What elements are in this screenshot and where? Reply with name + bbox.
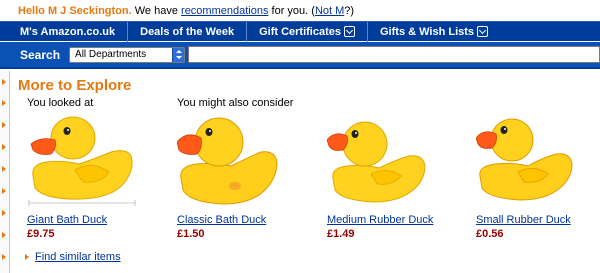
chevron-down-icon[interactable] — [344, 26, 355, 37]
select-arrows-icon — [171, 47, 184, 62]
product-image-giant-bath-duck[interactable] — [27, 112, 143, 208]
search-input[interactable] — [187, 46, 600, 63]
product-title-link[interactable]: Classic Bath Duck — [177, 214, 297, 226]
greeting-name: Hello M J Seckington. — [18, 5, 132, 17]
consider-heading: You might also consider — [177, 97, 294, 109]
chevron-down-icon[interactable] — [477, 26, 489, 37]
arrow-right-icon — [2, 254, 6, 260]
find-similar-link[interactable]: Find similar items — [35, 251, 121, 263]
search-label: Search — [20, 47, 61, 62]
product-card: Classic Bath Duck £1.50 — [176, 112, 297, 240]
nav-item-label: Gifts & Wish Lists — [380, 25, 475, 38]
greeting-bar: Hello M J Seckington. We have recommenda… — [0, 0, 600, 21]
product-card: Giant Bath Duck £9.75 — [27, 112, 147, 240]
rubber-duck-image — [475, 118, 573, 201]
left-column-strip — [0, 71, 10, 273]
product-price: £1.49 — [327, 228, 355, 240]
product-price: £0.56 — [476, 228, 504, 240]
product-price: £9.75 — [27, 228, 55, 240]
arrow-right-icon — [2, 166, 6, 172]
product-image-classic-bath-duck[interactable] — [176, 112, 293, 208]
rubber-duck-image — [176, 117, 278, 205]
looked-at-heading: You looked at — [27, 97, 94, 109]
arrow-right-icon — [2, 122, 6, 128]
search-bar: Search All Departments — [0, 42, 600, 69]
product-image-medium-rubber-duck[interactable] — [326, 112, 443, 208]
nav-bar: M's Amazon.co.uk Deals of the Week Gift … — [0, 21, 600, 42]
arrow-right-icon — [2, 100, 6, 106]
find-similar: Find similar items — [25, 251, 121, 263]
product-title-link[interactable]: Giant Bath Duck — [27, 214, 147, 226]
greeting-text-after: for you. ( — [271, 5, 315, 17]
arrow-right-icon — [2, 144, 6, 150]
product-image-small-rubber-duck[interactable] — [475, 112, 592, 208]
greeting-text-end: ?) — [344, 5, 355, 17]
department-select-value: All Departments — [75, 48, 147, 60]
section-title: More to Explore — [18, 77, 132, 94]
rubber-duck-image — [326, 121, 426, 203]
rubber-duck-image — [28, 116, 136, 206]
arrow-right-icon — [2, 79, 6, 85]
arrow-right-icon — [25, 254, 29, 260]
nav-item-gifts-wish-lists[interactable]: Gifts & Wish Lists — [368, 22, 500, 42]
greeting-text: We have — [134, 5, 178, 17]
nav-item-label: Deals of the Week — [140, 25, 235, 38]
arrow-right-icon — [2, 210, 6, 216]
nav-item-deals[interactable]: Deals of the Week — [128, 21, 248, 42]
not-user-link[interactable]: Not M — [315, 5, 344, 17]
arrow-right-icon — [2, 232, 6, 238]
recommendations-link[interactable]: recommendations — [181, 5, 268, 17]
product-title-link[interactable]: Small Rubber Duck — [476, 214, 596, 226]
nav-item-label: M's Amazon.co.uk — [20, 25, 116, 38]
product-title-link[interactable]: Medium Rubber Duck — [327, 214, 447, 226]
product-card: Medium Rubber Duck £1.49 — [326, 112, 447, 240]
nav-item-my-amazon[interactable]: M's Amazon.co.uk — [0, 21, 129, 42]
department-select[interactable]: All Departments — [69, 46, 185, 63]
nav-item-gift-certificates[interactable]: Gift Certificates — [247, 21, 368, 42]
product-price: £1.50 — [177, 228, 205, 240]
product-card: Small Rubber Duck £0.56 — [475, 112, 596, 240]
nav-item-label: Gift Certificates — [259, 25, 341, 38]
arrow-right-icon — [2, 188, 6, 194]
